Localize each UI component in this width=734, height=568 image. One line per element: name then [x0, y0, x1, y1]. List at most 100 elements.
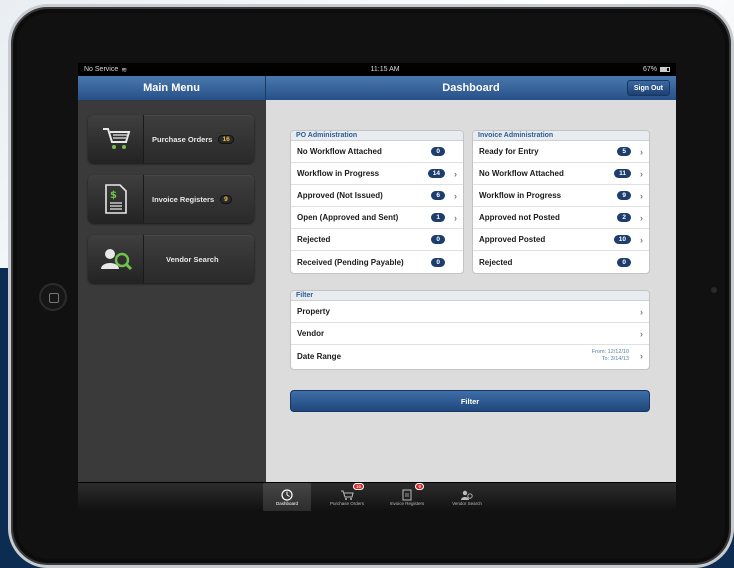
row-label: Rejected: [297, 235, 331, 244]
count-badge: 6: [431, 191, 445, 200]
row-label: Workflow in Progress: [479, 191, 562, 200]
row-label: Date Range: [297, 351, 342, 361]
chevron-right-icon: ›: [640, 168, 643, 179]
chevron-right-icon: ›: [640, 190, 643, 201]
sidebar-item-purchase-orders[interactable]: Purchase Orders 16: [88, 115, 254, 163]
row-label: Ready for Entry: [479, 147, 539, 156]
row-label: Received (Pending Payable): [297, 257, 404, 267]
count-badge: 2: [617, 213, 631, 222]
tab-label: Invoice Registers: [389, 501, 425, 506]
panel-title: Invoice Administration: [473, 131, 649, 141]
invoice-row-workflow-in-progress[interactable]: Workflow in Progress 9 ›: [473, 185, 649, 207]
panel-title: Filter: [291, 291, 649, 301]
filter-vendor-row[interactable]: Vendor ›: [291, 323, 649, 345]
tab-dashboard[interactable]: Dashboard: [263, 483, 311, 511]
dashboard-icon: [280, 489, 294, 501]
chevron-right-icon: ›: [640, 146, 643, 157]
tab-badge: 16: [353, 484, 363, 489]
chevron-right-icon: ›: [640, 351, 643, 361]
carrier-label: No Service: [84, 66, 119, 73]
chevron-right-icon: ›: [640, 234, 643, 245]
count-badge: 0: [431, 257, 445, 267]
count-badge: 16: [218, 134, 234, 144]
invoice-administration-panel: Invoice Administration Ready for Entry 5…: [472, 130, 650, 274]
wifi-icon: ≋: [121, 66, 128, 74]
chevron-right-icon: ›: [454, 212, 457, 223]
count-badge: 9: [617, 191, 631, 200]
invoice-row-approved-not-posted[interactable]: Approved not Posted 2 ›: [473, 207, 649, 229]
sidebar-item-invoice-registers[interactable]: $ Invoice Registers 9: [88, 175, 254, 223]
cart-icon: [340, 489, 354, 501]
po-row-approved-not-issued[interactable]: Approved (Not Issued) 6 ›: [291, 185, 463, 207]
row-label: Approved (Not Issued): [297, 191, 383, 200]
page-title: Dashboard: [442, 82, 500, 94]
filter-date-range-row[interactable]: Date Range From: 12/12/10 To: 3/14/13 ›: [291, 345, 649, 367]
date-range-value: From: 12/12/10 To: 3/14/13: [592, 349, 629, 363]
tab-invoice-registers[interactable]: 9 Invoice Registers: [383, 483, 431, 511]
invoice-row-rejected[interactable]: Rejected 0: [473, 251, 649, 273]
battery-icon: [660, 67, 670, 72]
vendor-search-icon: [460, 489, 474, 501]
navigation-bar: Dashboard Sign Out: [266, 76, 676, 100]
invoice-row-ready-for-entry[interactable]: Ready for Entry 5 ›: [473, 141, 649, 163]
chevron-right-icon: ›: [640, 212, 643, 223]
sidebar: Purchase Orders 16 $ Invoice Registers 9: [78, 100, 266, 495]
po-administration-panel: PO Administration No Workflow Attached 0…: [290, 130, 464, 274]
sidebar-item-label: Invoice Registers: [152, 194, 215, 204]
dashboard-content: PO Administration No Workflow Attached 0…: [266, 100, 676, 495]
app-screen: No Service ≋ 11:15 AM 67% Main Menu Dash…: [78, 63, 676, 511]
invoice-row-approved-posted[interactable]: Approved Posted 10 ›: [473, 229, 649, 251]
chevron-right-icon: ›: [454, 190, 457, 201]
tab-label: Dashboard: [275, 501, 298, 506]
count-badge: 0: [617, 257, 631, 267]
battery-percent: 67%: [642, 66, 657, 73]
po-row-open[interactable]: Open (Approved and Sent) 1 ›: [291, 207, 463, 229]
filter-button[interactable]: Filter: [290, 390, 650, 412]
count-badge: 0: [431, 147, 445, 156]
tab-vendor-search[interactable]: Vendor Search: [443, 483, 491, 511]
chevron-right-icon: ›: [640, 328, 643, 339]
tab-bar: Dashboard 16 Purchase Orders 9 Invoice R…: [78, 482, 676, 511]
sidebar-item-label: Vendor Search: [166, 254, 219, 264]
po-row-rejected[interactable]: Rejected 0: [291, 229, 463, 251]
count-badge: 11: [614, 169, 631, 178]
count-badge: 1: [431, 213, 445, 222]
count-badge: 14: [427, 169, 445, 178]
invoice-row-no-workflow[interactable]: No Workflow Attached 11 ›: [473, 163, 649, 185]
row-label: Approved not Posted: [479, 213, 560, 222]
svg-text:$: $: [110, 190, 117, 201]
row-label: Workflow in Progress: [297, 169, 380, 178]
filter-property-row[interactable]: Property ›: [291, 301, 649, 323]
row-label: No Workflow Attached: [479, 169, 564, 178]
panel-title: PO Administration: [291, 131, 463, 141]
tab-badge: 9: [416, 484, 423, 489]
po-row-no-workflow[interactable]: No Workflow Attached 0: [291, 141, 463, 163]
count-badge: 5: [617, 147, 631, 156]
invoice-icon: $: [88, 175, 144, 223]
row-label: Rejected: [479, 257, 513, 267]
sidebar-item-vendor-search[interactable]: Vendor Search: [88, 235, 254, 283]
po-row-workflow-in-progress[interactable]: Workflow in Progress 14 ›: [291, 163, 463, 185]
home-button[interactable]: [39, 283, 67, 311]
sign-out-button[interactable]: Sign Out: [626, 80, 670, 96]
po-row-received[interactable]: Received (Pending Payable) 0: [291, 251, 463, 273]
camera: [711, 287, 717, 293]
clock: 11:15 AM: [370, 66, 400, 73]
count-badge: 10: [613, 235, 631, 244]
count-badge: 9: [220, 194, 232, 204]
filter-panel: Filter Property › Vendor › Date Range Fr…: [290, 290, 650, 370]
count-badge: 0: [431, 235, 445, 244]
sidebar-title: Main Menu: [78, 76, 266, 100]
cart-icon: [88, 115, 144, 163]
invoice-icon: [400, 489, 414, 501]
chevron-right-icon: ›: [454, 168, 457, 179]
status-bar: No Service ≋ 11:15 AM 67%: [78, 63, 676, 76]
tab-label: Purchase Orders: [329, 501, 364, 506]
chevron-right-icon: ›: [640, 306, 643, 317]
date-from: From: 12/12/10: [591, 349, 629, 355]
tab-purchase-orders[interactable]: 16 Purchase Orders: [323, 483, 371, 511]
vendor-search-icon: [88, 235, 144, 283]
row-label: Vendor: [297, 329, 325, 338]
row-label: Property: [297, 307, 330, 316]
row-label: No Workflow Attached: [297, 147, 382, 156]
